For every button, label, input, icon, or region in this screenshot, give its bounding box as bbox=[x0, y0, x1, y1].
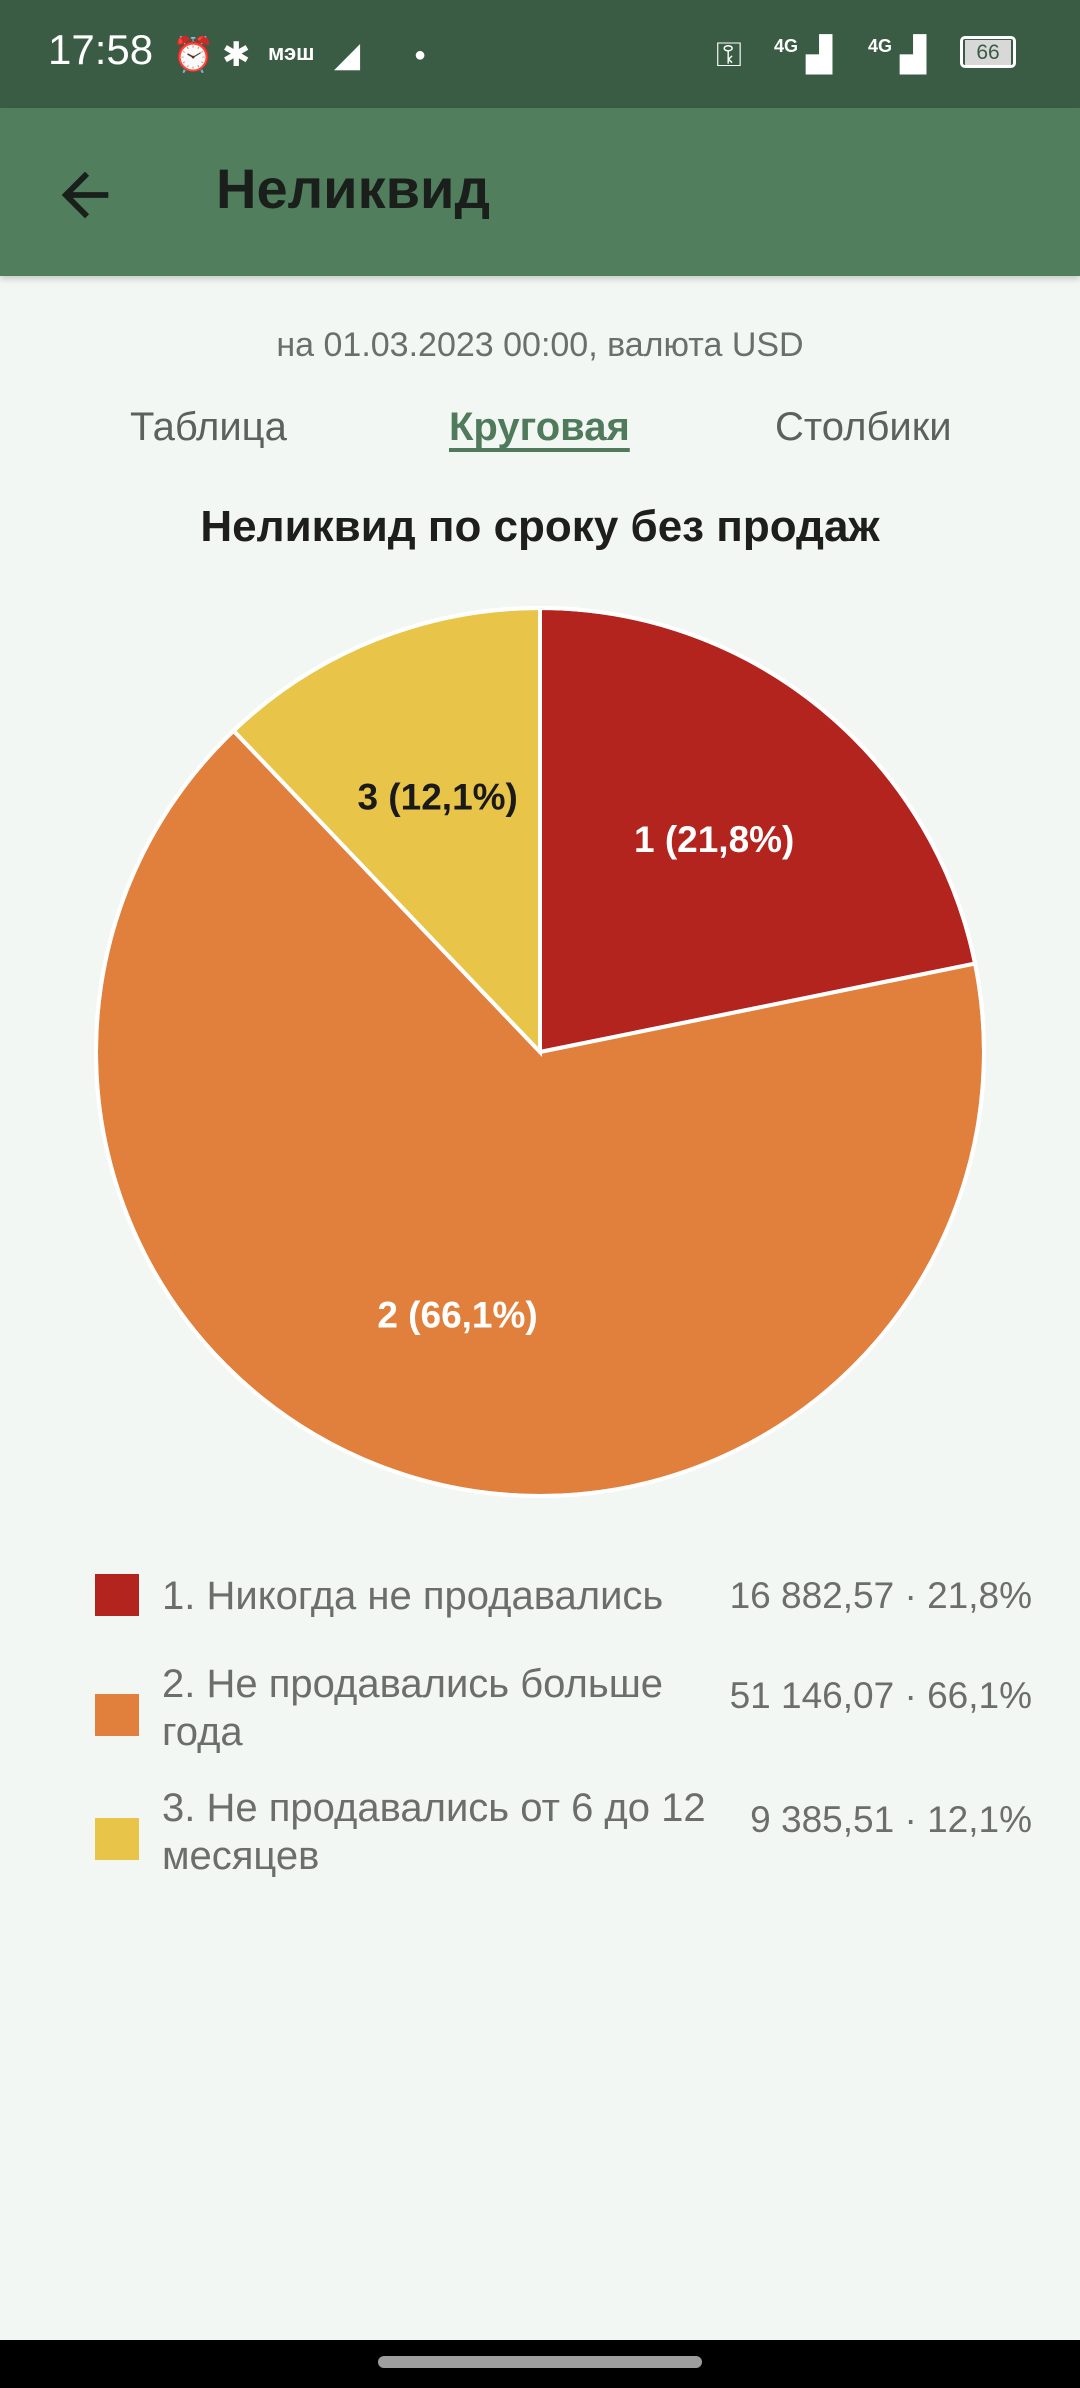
battery-level: 66 bbox=[965, 40, 1011, 65]
wifi-icon: ◢ bbox=[334, 36, 361, 74]
pie-slice-label-1: 1 (21,8%) bbox=[634, 819, 794, 860]
vpn-key-icon: ⚿ bbox=[716, 36, 742, 74]
legend-label-3: 3. Не продавались от 6 до 12 месяцев bbox=[162, 1786, 706, 1878]
legend-swatch-1 bbox=[95, 1574, 139, 1616]
legend-percent-3: 12,1% bbox=[927, 1799, 1032, 1840]
page-title: Неликвид bbox=[216, 157, 491, 220]
legend-value-2: 51 146,07 · 66,1% bbox=[729, 1675, 1032, 1716]
battery-icon: 66 bbox=[960, 36, 1016, 68]
arrow-left-icon bbox=[61, 171, 109, 219]
home-handle[interactable] bbox=[378, 2356, 702, 2368]
chart-title: Неликвид по сроку без продаж bbox=[200, 502, 880, 551]
tab-table[interactable]: Таблица bbox=[130, 405, 287, 450]
status-bar: 17:58 ⏰ ✱ мэш ◢ ● ⚿ 4G ▟ 4G ▟ 66 bbox=[0, 0, 1080, 108]
alarm-icon: ⏰ bbox=[172, 36, 215, 74]
report-date-currency: на 01.03.2023 00:00, валюта USD bbox=[276, 326, 804, 364]
legend-value-3: 9 385,51 · 12,1% bbox=[750, 1799, 1032, 1840]
legend-amount-3: 9 385,51 bbox=[750, 1799, 895, 1840]
legend-swatch-3 bbox=[95, 1818, 139, 1860]
legend-swatch-2 bbox=[95, 1694, 139, 1736]
pie-chart: 1 (21,8%) 2 (66,1%) 3 (12,1%) bbox=[94, 605, 986, 1498]
signal-icon-2: ▟ bbox=[900, 36, 927, 74]
legend-label-2: 2. Не продавались больше года bbox=[162, 1662, 664, 1754]
legend-value-1: 16 882,57 · 21,8% bbox=[729, 1575, 1032, 1616]
legend-percent-2: 66,1% bbox=[927, 1675, 1032, 1716]
legend-amount-2: 51 146,07 bbox=[729, 1675, 895, 1716]
legend-label-1: 1. Никогда не продавались bbox=[162, 1574, 664, 1618]
legend-amount-1: 16 882,57 bbox=[729, 1575, 895, 1616]
legend-percent-1: 21,8% bbox=[927, 1575, 1032, 1616]
bluetooth-icon: ✱ bbox=[222, 36, 251, 74]
status-time: 17:58 bbox=[48, 26, 154, 73]
pie-slice-label-2: 2 (66,1%) bbox=[377, 1295, 537, 1336]
network-type-1: 4G bbox=[774, 36, 799, 56]
carrier-label: мэш bbox=[268, 40, 315, 65]
tab-bars[interactable]: Столбики bbox=[775, 405, 952, 450]
back-button[interactable] bbox=[50, 160, 120, 230]
signal-icon-1: ▟ bbox=[806, 36, 833, 74]
tab-pie[interactable]: Круговая bbox=[449, 405, 630, 450]
network-type-2: 4G bbox=[868, 36, 893, 56]
pie-slice-label-3: 3 (12,1%) bbox=[357, 776, 517, 817]
navigation-bar bbox=[0, 2340, 1080, 2388]
dot-icon: ● bbox=[414, 44, 427, 66]
app-bar: Неликвид bbox=[0, 108, 1080, 276]
